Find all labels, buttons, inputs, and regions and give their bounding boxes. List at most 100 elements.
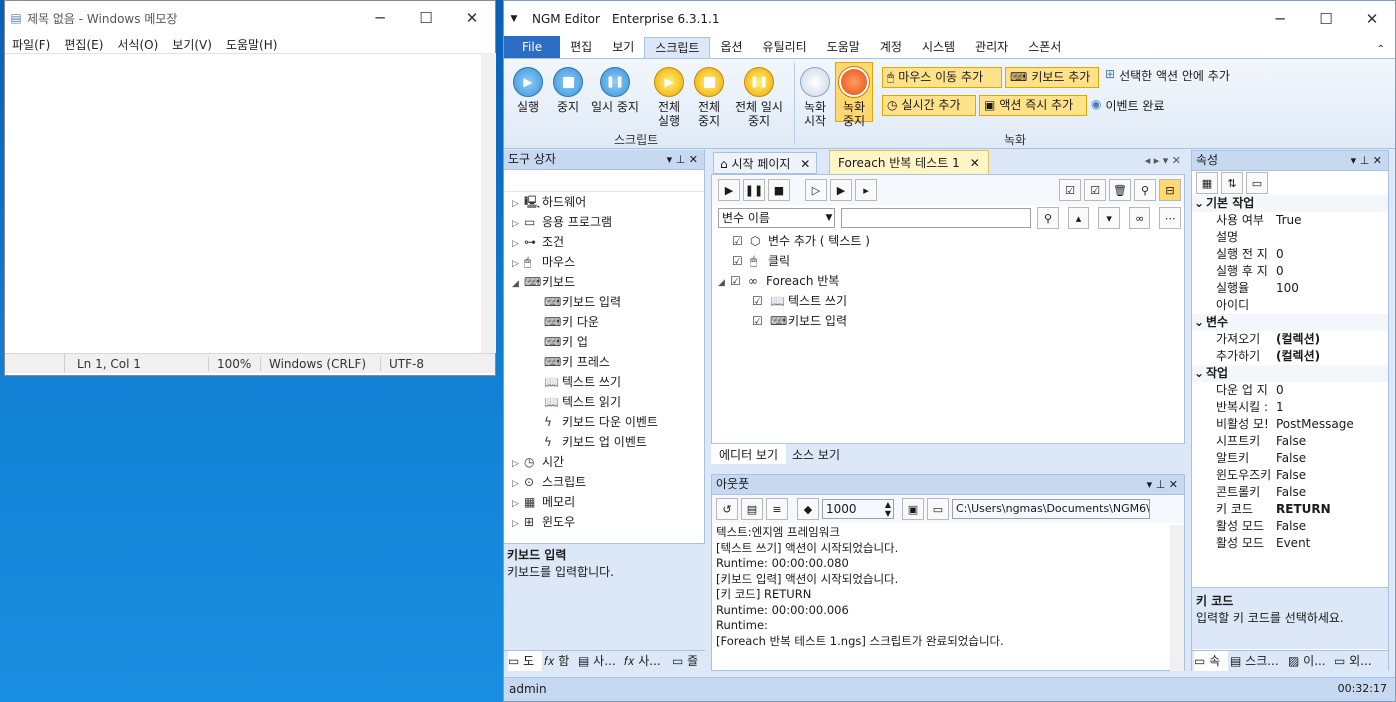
tab-options[interactable]: 옵션 — [710, 37, 752, 58]
toolbox-item-key-up[interactable]: ⌨키 업 — [512, 332, 704, 352]
prop-row[interactable]: 아이디 — [1192, 297, 1388, 314]
add-keyboard-button[interactable]: ⌨ 키보드 추가 — [1005, 67, 1099, 88]
notepad-window[interactable]: ▤ 제목 없음 - Windows 메모장 ─ ☐ ✕ 파일(F) 편집(E) … — [4, 0, 496, 376]
pause-icon[interactable]: ❚❚ — [743, 179, 765, 201]
run-from-icon[interactable]: ▸ — [855, 179, 877, 201]
toolbox-item-condition[interactable]: ▷ ⊶ 조건 — [512, 232, 704, 252]
toolbox-item-keyboard-down-event[interactable]: ϟ 키보드 다운 이벤트 — [512, 412, 704, 432]
prop-row[interactable]: 비활성 모! PostMessage — [1192, 416, 1388, 433]
event-done-button[interactable]: ◉ 이벤트 완료 — [1091, 97, 1165, 114]
clear-icon[interactable]: ↺ — [716, 498, 738, 520]
toolbox-item-keyboard[interactable]: ◢ ⌨키보드 — [512, 272, 704, 292]
tab-toolbox[interactable]: ▭ 도 — [508, 651, 542, 671]
action-instant-add-button[interactable]: ▣ 액션 즉시 추가 — [979, 95, 1087, 116]
collapse-ribbon-icon[interactable]: ⌃ — [1367, 44, 1395, 58]
realtime-add-button[interactable]: ◷ 실시간 추가 — [882, 95, 976, 116]
add-mouse-move-button[interactable]: 🖱 마우스 이동 추가 — [882, 67, 1002, 88]
add-into-selected-button[interactable]: ⊞ 선택한 액션 안에 추가 — [1105, 67, 1230, 84]
stop-button[interactable]: 중지 — [550, 67, 586, 114]
stop-all-button[interactable]: 전체 중지 — [691, 67, 727, 128]
checkbox-icon[interactable]: ☑ — [752, 291, 770, 311]
prop-row[interactable]: 키 코드 RETURN — [1192, 501, 1388, 518]
tab-utility[interactable]: 유틸리티 — [753, 37, 817, 58]
more-icon[interactable]: ⋯ — [1159, 207, 1182, 229]
tab-user-functions[interactable]: 𝑓𝑥 사... — [624, 651, 670, 671]
document-icon[interactable]: ▤ — [741, 498, 763, 520]
tab-favorites[interactable]: ▭ 즐 — [672, 651, 704, 671]
variable-name-select[interactable]: 변수 이름 ▼ — [718, 208, 836, 228]
tab-external[interactable]: ▭ 외... — [1334, 651, 1386, 671]
tab-source-view[interactable]: 소스 보기 — [786, 444, 846, 464]
ngm-titlebar[interactable]: ▼ NGM Editor Enterprise 6.3.1.1 ─ ☐ ✕ — [504, 1, 1395, 37]
play-icon[interactable]: ▶ — [718, 179, 740, 201]
panel-controls[interactable]: ▾ ⊥ ✕ — [1147, 475, 1178, 494]
search-icon[interactable]: ⚲ — [1134, 179, 1156, 201]
close-button[interactable]: ✕ — [449, 9, 495, 27]
pause-all-button[interactable]: ❚❚ 전체 일시 중지 — [730, 67, 788, 128]
toolbox-item-application[interactable]: ▷ ▭ 응용 프로그램 — [512, 212, 704, 232]
record-stop-button[interactable]: 녹화 중지 — [835, 62, 873, 128]
menu-help[interactable]: 도움말(H) — [219, 36, 285, 53]
checkbox-icon[interactable]: ☑ — [752, 311, 770, 331]
search-icon[interactable]: ⚲ — [1037, 207, 1059, 229]
prop-row[interactable]: 실행율 100 — [1192, 280, 1388, 297]
toolbox-item-memory[interactable]: ▷ ▦ 메모리 — [512, 492, 704, 512]
tab-start-page[interactable]: ⌂ 시작 페이지 ✕ — [713, 152, 818, 174]
action-item[interactable]: ◢ ☑ ∞ Foreach 반복 — [718, 271, 1184, 291]
tab-nav-controls[interactable]: ◂ ▸ ▾ ✕ — [1145, 154, 1181, 167]
prop-row[interactable]: 가져오기 (컬렉션) — [1192, 331, 1388, 348]
categorized-icon[interactable]: ▦ — [1196, 172, 1218, 194]
delete-icon[interactable]: 🗑 — [1109, 179, 1131, 201]
tab-images[interactable]: ▨ 이... — [1288, 651, 1332, 671]
prop-row[interactable]: 윈도우즈키 False — [1192, 467, 1388, 484]
close-icon[interactable]: ✕ — [800, 157, 810, 171]
category-variables[interactable]: ⌄ 변수 — [1192, 314, 1388, 331]
notepad-titlebar[interactable]: ▤ 제목 없음 - Windows 메모장 ─ ☐ ✕ — [5, 1, 495, 35]
toolbox-item-keyboard-input[interactable]: ⌨키보드 입력 — [512, 292, 704, 312]
check-icon[interactable]: ☑ — [1084, 179, 1106, 201]
prop-row[interactable]: 활성 모드 False — [1192, 518, 1388, 535]
action-item[interactable]: ☑ ⌨키보드 입력 — [732, 311, 1184, 331]
toolbox-item-mouse[interactable]: ▷ 🖱 마우스 — [512, 252, 704, 272]
notepad-scrollbar[interactable] — [481, 53, 496, 353]
menu-edit[interactable]: 편집(E) — [57, 36, 110, 53]
notepad-text-area[interactable] — [5, 53, 483, 353]
record-start-button[interactable]: 녹화 시작 — [798, 67, 832, 128]
tab-admin[interactable]: 관리자 — [965, 37, 1018, 58]
panel-controls[interactable]: ▾ ⊥ ✕ — [667, 150, 698, 169]
maximize-button[interactable]: ☐ — [403, 9, 449, 27]
tab-help[interactable]: 도움말 — [817, 37, 870, 58]
toolbox-item-key-down[interactable]: ⌨키 다운 — [512, 312, 704, 332]
toolbox-item-text-write[interactable]: 📖 텍스트 쓰기 — [512, 372, 704, 392]
tree-view-icon[interactable]: ⊟ — [1159, 179, 1181, 201]
tab-account[interactable]: 계정 — [870, 37, 912, 58]
tab-system[interactable]: 시스템 — [912, 37, 965, 58]
tab-edit[interactable]: 편집 — [560, 37, 602, 58]
prop-row[interactable]: 실행 후 지0 — [1192, 263, 1388, 280]
folder-icon[interactable]: ▭ — [927, 498, 949, 520]
tab-functions[interactable]: 𝑓𝑥 함 — [544, 651, 576, 671]
menu-view[interactable]: 보기(V) — [165, 36, 219, 53]
variable-value-input[interactable] — [841, 208, 1032, 228]
minimize-button[interactable]: ─ — [357, 9, 403, 27]
toolbox-item-script[interactable]: ▷ ⊙ 스크립트 — [512, 472, 704, 492]
toolbox-item-hardware[interactable]: ▷ 🖳 하드웨어 — [512, 192, 704, 212]
prop-row[interactable]: 콘트롤키 False — [1192, 484, 1388, 501]
stepper-arrows-icon[interactable]: ▲ ▼ — [885, 500, 891, 518]
checkbox-icon[interactable]: ☑ — [732, 251, 750, 271]
tab-foreach-test[interactable]: Foreach 반복 테스트 1 ✕ — [829, 150, 989, 174]
checkbox-icon[interactable]: ☑ — [732, 231, 750, 251]
minimize-button[interactable]: ─ — [1257, 10, 1303, 28]
ngm-editor-window[interactable]: ▼ NGM Editor Enterprise 6.3.1.1 ─ ☐ ✕ Fi… — [503, 0, 1396, 702]
menu-format[interactable]: 서식(O) — [110, 36, 165, 53]
close-icon[interactable]: ✕ — [970, 156, 980, 170]
prop-row[interactable]: 실행 전 지0 — [1192, 246, 1388, 263]
maximize-button[interactable]: ☐ — [1303, 10, 1349, 28]
loop-icon[interactable]: ∞ — [1128, 207, 1151, 229]
pause-button[interactable]: ❚❚ 일시 중지 — [588, 67, 642, 114]
sort-az-icon[interactable]: ⇅ — [1221, 172, 1243, 194]
prop-row[interactable]: 알트키 False — [1192, 450, 1388, 467]
run-selected-icon[interactable]: ▶ — [830, 179, 852, 201]
tab-editor-view[interactable]: 에디터 보기 — [711, 444, 787, 464]
stop-icon[interactable]: ■ — [768, 179, 790, 201]
